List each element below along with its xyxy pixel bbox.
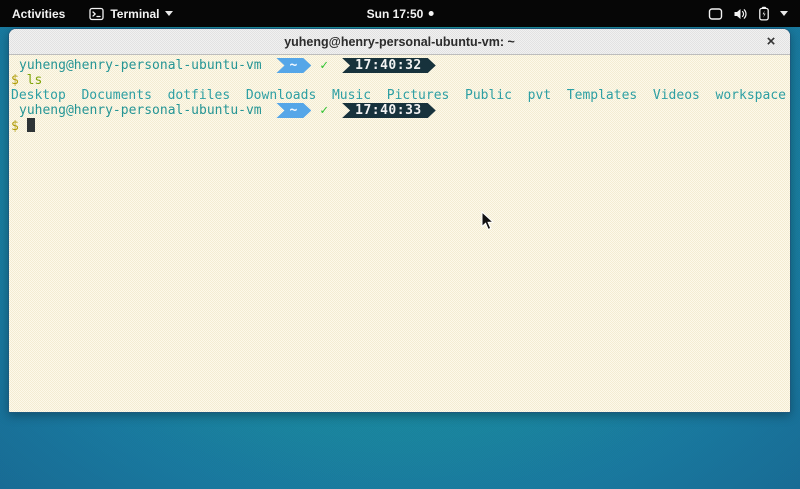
battery-charging-icon [758,6,770,21]
clock-label: Sun 17:50 [367,7,424,21]
directory-name: Public [465,88,512,103]
command-text: ls [27,73,43,88]
app-menu-label: Terminal [110,7,159,21]
directory-name: dotfiles [168,88,231,103]
window-title: yuheng@henry-personal-ubuntu-vm: ~ [284,35,515,49]
chevron-down-icon [780,11,788,16]
command-line: $ ls [11,73,788,88]
prompt-line: yuheng@henry-personal-ubuntu-vm ~ ✓ 17:4… [11,58,788,73]
prompt-time-segment: 17:40:32 [335,58,436,73]
terminal-app-icon [89,7,104,21]
prompt-symbol: $ [11,119,19,134]
prompt-time-segment: 17:40:33 [335,103,436,118]
prompt-symbol: $ [11,73,19,88]
activities-label: Activities [12,7,65,21]
directory-name: workspace [716,88,786,103]
prompt-user-host: yuheng@henry-personal-ubuntu-vm [11,58,269,73]
close-icon[interactable]: × [762,33,780,51]
volume-icon [733,7,748,21]
directory-name: Pictures [387,88,450,103]
status-check-icon: ✓ [320,58,328,73]
directory-name: pvt [528,88,551,103]
directory-name: Music [332,88,371,103]
status-check-icon: ✓ [320,103,328,118]
directory-name: Templates [567,88,637,103]
prompt-path-segment: ~ [269,58,311,73]
directory-name: Downloads [246,88,316,103]
activities-button[interactable]: Activities [0,0,77,27]
terminal-cursor [27,118,35,132]
prompt-timestamp: 17:40:32 [342,58,436,73]
app-menu-button[interactable]: Terminal [77,0,185,27]
directory-name: Documents [81,88,151,103]
prompt-path-segment: ~ [269,103,311,118]
notification-dot-icon [428,11,433,16]
terminal-content[interactable]: yuheng@henry-personal-ubuntu-vm ~ ✓ 17:4… [9,55,790,412]
system-status-menu[interactable] [696,0,800,27]
ls-output-line: Desktop Documents dotfiles Downloads Mus… [11,88,788,103]
current-input-line: $ [11,118,788,133]
chevron-down-icon [165,11,173,16]
window-titlebar[interactable]: yuheng@henry-personal-ubuntu-vm: ~ × [9,29,790,55]
directory-name: Desktop [11,88,66,103]
directory-name: Videos [653,88,700,103]
clock-button[interactable]: Sun 17:50 [359,0,442,27]
prompt-path: ~ [276,58,311,73]
terminal-window: yuheng@henry-personal-ubuntu-vm: ~ × yuh… [8,28,791,413]
prompt-line: yuheng@henry-personal-ubuntu-vm ~ ✓ 17:4… [11,103,788,118]
prompt-user-host: yuheng@henry-personal-ubuntu-vm [11,103,269,118]
prompt-timestamp: 17:40:33 [342,103,436,118]
prompt-path: ~ [276,103,311,118]
display-icon [708,7,723,21]
top-bar: Activities Terminal Sun 17:50 [0,0,800,27]
